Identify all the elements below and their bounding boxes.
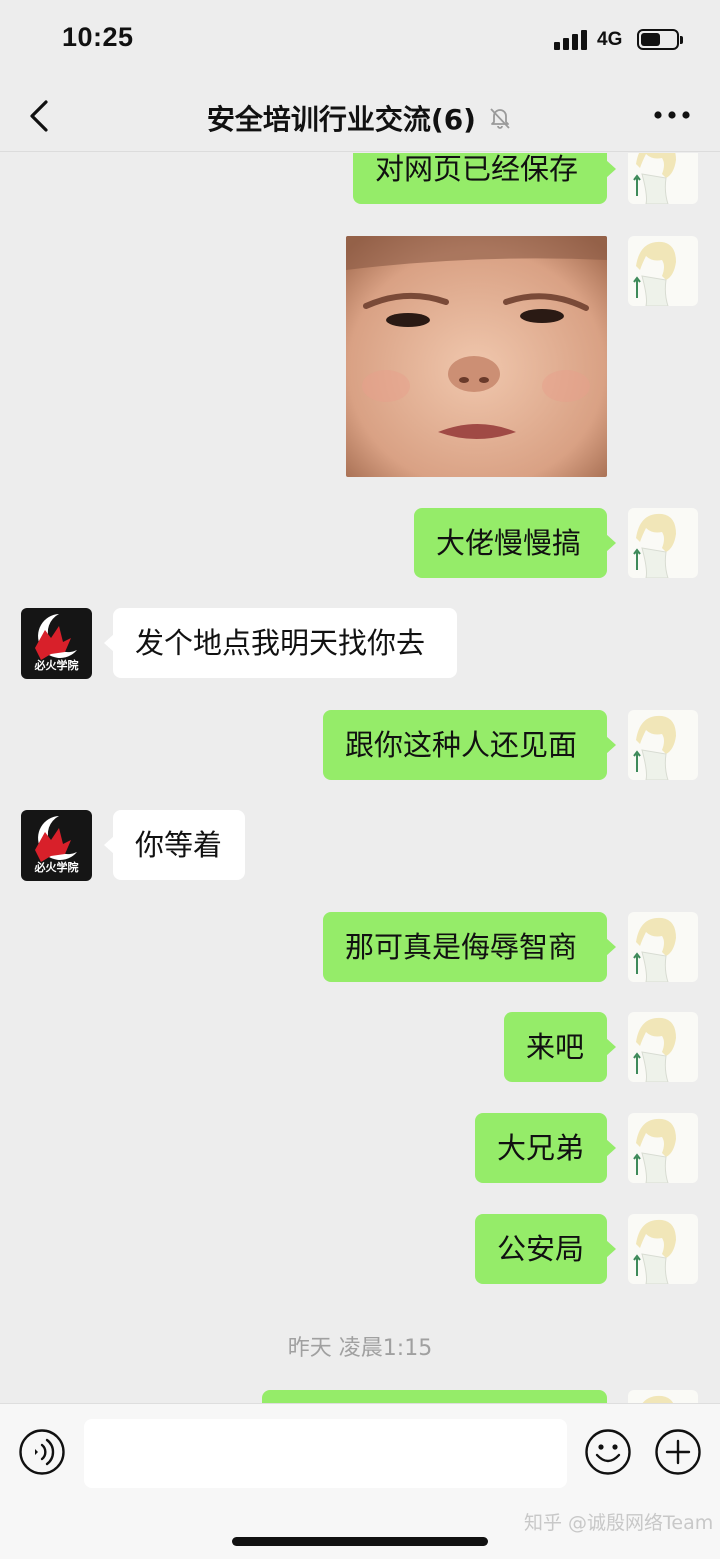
my-avatar[interactable]: [628, 1214, 698, 1284]
message-bubble[interactable]: 跟你这种人还见面: [323, 710, 616, 780]
smiley-icon: [585, 1429, 631, 1475]
voice-icon: [19, 1429, 65, 1475]
anime-avatar-icon: [633, 1017, 676, 1082]
voice-input-button[interactable]: [18, 1428, 66, 1476]
message-bubble[interactable]: 你等着: [104, 810, 245, 880]
my-avatar[interactable]: [628, 1390, 698, 1403]
anime-avatar-icon: [633, 917, 676, 982]
my-avatar[interactable]: [628, 508, 698, 578]
message-bubble[interactable]: 大佬慢慢搞: [414, 508, 616, 578]
more-options-button[interactable]: [650, 100, 694, 130]
message-bubble[interactable]: 公安局: [475, 1214, 616, 1284]
nav-bar: 安全培训行业交流(6): [0, 80, 720, 152]
anime-avatar-icon: [633, 241, 676, 306]
signal-strength-icon: [554, 30, 588, 50]
my-avatar[interactable]: [628, 236, 698, 306]
contact-avatar[interactable]: 必火学院: [21, 608, 92, 679]
contact-avatar[interactable]: 必火学院: [21, 810, 92, 881]
avatar-label: 必火学院: [34, 861, 79, 874]
plus-icon: [655, 1429, 701, 1475]
anime-avatar-icon: [633, 513, 676, 578]
message-bubble[interactable]: 那可真是侮辱智商: [323, 912, 616, 982]
emoji-button[interactable]: [584, 1428, 632, 1476]
message-bubble[interactable]: 发个地点我明天找你去: [104, 608, 457, 678]
anime-avatar-icon: [642, 1395, 674, 1403]
my-avatar[interactable]: [628, 710, 698, 780]
chat-message-list[interactable]: 对网页已经保存 大佬慢慢搞 必火学院 发个地点我明天找你去 跟你这种人还见面 必…: [0, 153, 720, 1403]
anime-avatar-icon: [633, 1118, 676, 1183]
my-avatar[interactable]: [628, 1113, 698, 1183]
status-time: 10:25: [62, 22, 134, 52]
message-bubble[interactable]: 来吧: [504, 1012, 616, 1082]
status-bar: 10:25 4G: [0, 0, 720, 80]
more-dots-icon: [654, 111, 690, 119]
message-bubble[interactable]: 对网页已经保存: [353, 153, 616, 204]
message-bubble[interactable]: 大兄弟: [475, 1113, 616, 1183]
crying-child-sticker-image: [346, 236, 607, 477]
anime-avatar-icon: [633, 153, 676, 204]
chat-title: 安全培训行业交流(6): [206, 103, 476, 136]
home-indicator[interactable]: [232, 1537, 488, 1546]
message-input[interactable]: [84, 1419, 567, 1488]
input-bar: 知乎 @诚殷网络Team: [0, 1403, 720, 1559]
anime-avatar-icon: [633, 715, 676, 780]
anime-avatar-icon: [633, 1219, 676, 1284]
more-actions-button[interactable]: [654, 1428, 702, 1476]
battery-level: [641, 33, 660, 46]
network-type: 4G: [597, 29, 623, 50]
message-timestamp: 昨天 凌晨1:15: [287, 1336, 433, 1361]
mute-bell-icon: [490, 108, 510, 129]
crying-child-sticker[interactable]: [346, 236, 607, 477]
avatar-label: 必火学院: [34, 659, 79, 672]
watermark: 知乎 @诚殷网络Team: [524, 1512, 714, 1534]
my-avatar[interactable]: [628, 1012, 698, 1082]
my-avatar[interactable]: [628, 912, 698, 982]
battery-icon: [637, 29, 683, 50]
message-bubble-partial[interactable]: [262, 1390, 607, 1403]
nav-title-wrap: 安全培训行业交流(6): [0, 98, 720, 138]
my-avatar[interactable]: [628, 153, 698, 204]
